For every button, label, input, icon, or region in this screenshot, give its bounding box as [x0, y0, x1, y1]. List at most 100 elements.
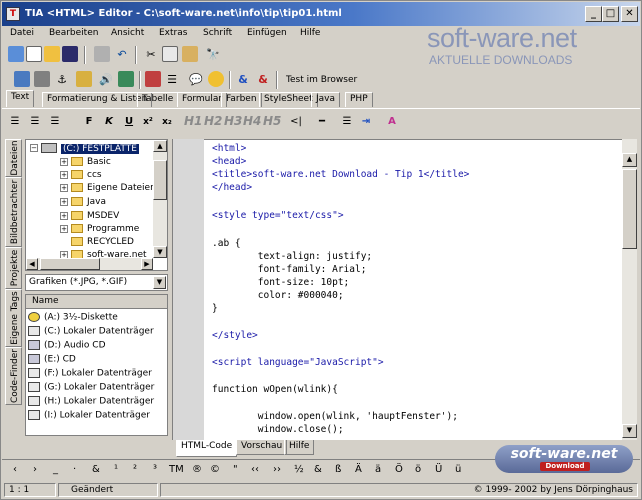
tree-item[interactable]: + Basic — [60, 157, 111, 167]
char-button[interactable]: ¹ — [114, 464, 118, 475]
list-item[interactable]: (E:) CD — [28, 354, 76, 365]
test-in-browser-button[interactable]: Test im Browser — [286, 75, 357, 85]
code-editor[interactable]: <html> <head> <title>soft-ware.net Downl… — [204, 139, 622, 440]
side-tab-code-finder[interactable]: Code-Finder — [5, 347, 22, 405]
tree-item[interactable]: + Java — [60, 197, 106, 207]
tab-html-code[interactable]: HTML-Code — [176, 440, 238, 457]
list-icon[interactable]: ☰ — [164, 71, 180, 87]
subscript-button[interactable]: x₂ — [159, 114, 175, 130]
char-button[interactable]: " — [233, 464, 238, 475]
undo-icon[interactable]: ↶ — [114, 46, 130, 62]
globe-icon[interactable] — [8, 46, 24, 62]
h1-button[interactable]: H1 — [184, 114, 202, 128]
char-button[interactable]: © — [210, 464, 220, 475]
list-item[interactable]: (I:) Lokaler Datenträger — [28, 410, 150, 421]
char-button[interactable]: ½ — [294, 464, 304, 475]
tree-item[interactable]: + MSDEV — [60, 211, 119, 221]
h3-button[interactable]: H3 — [224, 114, 242, 128]
tab-formular[interactable]: Formular — [177, 92, 228, 107]
close-button[interactable]: ✕ — [621, 6, 638, 22]
save-icon[interactable] — [62, 46, 78, 62]
list-item[interactable]: (D:) Audio CD — [28, 340, 106, 351]
superscript-button[interactable]: x² — [140, 114, 156, 130]
char-button[interactable]: _ — [53, 464, 58, 475]
menu-bearbeiten[interactable]: Bearbeiten — [49, 28, 98, 38]
scroll-thumb[interactable] — [153, 160, 167, 200]
scroll-right-icon[interactable]: ▶ — [141, 258, 153, 270]
char-button[interactable]: · — [73, 464, 76, 475]
scroll-thumb[interactable] — [622, 169, 637, 249]
char-button[interactable]: TM — [169, 464, 184, 475]
char-button[interactable]: Ü — [435, 464, 442, 475]
tree-root[interactable]: − (C:) FESTPLATTE — [30, 143, 139, 154]
column-header-name[interactable]: Name — [26, 295, 167, 309]
anchor-icon[interactable]: ⚓ — [54, 71, 70, 87]
italic-button[interactable]: K — [102, 114, 116, 130]
char-button[interactable]: ö — [415, 464, 421, 475]
table-icon[interactable] — [145, 71, 161, 87]
tab-vorschau[interactable]: Vorschau — [236, 440, 288, 455]
new-file-icon[interactable] — [26, 46, 42, 62]
comment-icon[interactable]: 💬 — [188, 71, 204, 87]
tree-item[interactable]: + ccs — [60, 170, 102, 180]
char-button[interactable]: ü — [455, 464, 461, 475]
folder-tree[interactable]: − (C:) FESTPLATTE + Basic + ccs + Eigene Dat… — [25, 139, 168, 271]
char-button[interactable]: ² — [133, 464, 137, 475]
list-item[interactable]: (G:) Lokaler Datenträger — [28, 382, 154, 393]
tree-item[interactable]: RECYCLED — [71, 237, 134, 247]
side-tab-bildbetrachter[interactable]: Bildbetrachter — [5, 177, 22, 247]
ftp-icon[interactable] — [34, 71, 50, 87]
align-center-icon[interactable]: ☰ — [28, 114, 42, 130]
tab-farben[interactable]: Farben — [221, 92, 262, 107]
paste-icon[interactable] — [182, 46, 198, 62]
color-picker-icon[interactable]: A — [384, 114, 400, 130]
h2-button[interactable]: H2 — [204, 114, 222, 128]
sound-icon[interactable]: 🔊 — [98, 71, 114, 87]
char-button[interactable]: › — [33, 464, 37, 475]
scroll-down-icon[interactable]: ▼ — [153, 246, 167, 258]
char-button[interactable]: & — [314, 464, 322, 475]
web-icon[interactable] — [14, 71, 30, 87]
menu-schrift[interactable]: Schrift — [203, 28, 232, 38]
print-icon[interactable] — [94, 46, 110, 62]
align-left-icon[interactable]: ☰ — [8, 114, 22, 130]
scroll-up-icon[interactable]: ▲ — [153, 140, 167, 152]
tab-formatierung[interactable]: Formatierung & Listen — [42, 92, 153, 107]
char-button[interactable]: ‹ — [13, 464, 17, 475]
char-button[interactable]: ›› — [273, 464, 281, 475]
side-tab-projekte[interactable]: Projekte — [5, 247, 22, 289]
list-item[interactable]: (A:) 3½-Diskette — [28, 312, 118, 323]
ampersand-icon[interactable]: & — [235, 71, 251, 87]
list-item[interactable]: (C:) Lokaler Datenträger — [28, 326, 154, 337]
copy-icon[interactable] — [162, 46, 178, 62]
tab-stylesheet[interactable]: StyleSheet — [259, 92, 318, 107]
char-button[interactable]: ® — [192, 464, 202, 475]
side-tab-dateien[interactable]: Dateien — [5, 139, 22, 177]
tab-php[interactable]: PHP — [345, 92, 373, 107]
char-button[interactable]: & — [92, 464, 100, 475]
bold-button[interactable]: F — [82, 114, 96, 130]
char-button[interactable]: ‹‹ — [251, 464, 259, 475]
cut-icon[interactable]: ✂ — [143, 46, 159, 62]
paragraph-icon[interactable]: ☰ — [340, 114, 354, 130]
char-button[interactable]: Ö — [395, 464, 403, 475]
editor-vertical-scrollbar[interactable]: ▲ ▼ — [622, 139, 637, 440]
char-button[interactable]: ß — [335, 464, 341, 475]
minimize-button[interactable]: _ — [585, 6, 602, 22]
char-button[interactable]: ³ — [153, 464, 157, 475]
menu-extras[interactable]: Extras — [159, 28, 187, 38]
file-filter-select[interactable]: Grafiken (*.JPG, *.GIF) ▼ — [25, 274, 168, 291]
tree-vertical-scrollbar[interactable]: ▲ ▼ — [153, 140, 167, 258]
menu-datei[interactable]: Datei — [10, 28, 34, 38]
hr-icon[interactable]: ━ — [314, 114, 330, 130]
tab-tabelle[interactable]: Tabelle — [137, 92, 179, 107]
image-icon[interactable] — [118, 71, 134, 87]
scroll-left-icon[interactable]: ◀ — [26, 258, 38, 270]
underline-button[interactable]: U — [122, 114, 136, 130]
list-item[interactable]: (F:) Lokaler Datenträger — [28, 368, 152, 379]
tab-hilfe[interactable]: Hilfe — [284, 440, 315, 455]
tree-item[interactable]: + Eigene Dateien — [60, 183, 156, 193]
script-icon[interactable] — [76, 71, 92, 87]
h5-button[interactable]: H5 — [263, 114, 281, 128]
open-folder-icon[interactable] — [44, 46, 60, 62]
